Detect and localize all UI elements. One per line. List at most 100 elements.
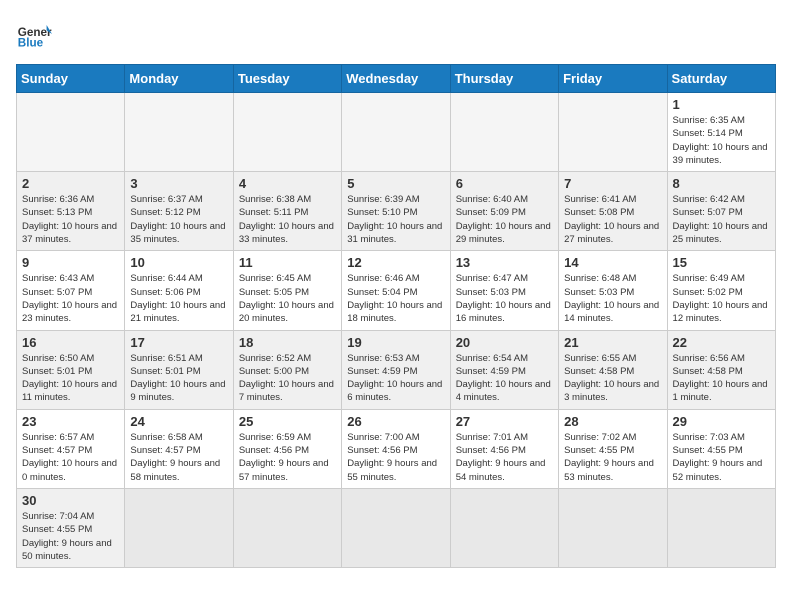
- day-number: 15: [673, 255, 770, 270]
- day-info: Sunrise: 6:46 AM Sunset: 5:04 PM Dayligh…: [347, 272, 444, 325]
- logo: General Blue: [16, 16, 52, 52]
- calendar-row-3: 9Sunrise: 6:43 AM Sunset: 5:07 PM Daylig…: [17, 251, 776, 330]
- day-info: Sunrise: 7:03 AM Sunset: 4:55 PM Dayligh…: [673, 431, 770, 484]
- calendar-cell: [17, 93, 125, 172]
- calendar-cell: 28 Sunrise: 7:02 AM Sunset: 4:55 PM Dayli…: [559, 409, 667, 488]
- calendar-cell: 30Sunrise: 7:04 AM Sunset: 4:55 PM Dayli…: [17, 488, 125, 567]
- calendar-row-5: 23 Sunrise: 6:57 AM Sunset: 4:57 PM Dayli…: [17, 409, 776, 488]
- calendar-cell: 15 Sunrise: 6:49 AM Sunset: 5:02 PM Dayli…: [667, 251, 775, 330]
- weekday-header-sunday: Sunday: [17, 65, 125, 93]
- day-info: Sunrise: 6:44 AM Sunset: 5:06 PM Dayligh…: [130, 272, 227, 325]
- day-info: Sunrise: 6:43 AM Sunset: 5:07 PM Dayligh…: [22, 272, 119, 325]
- day-info: Sunrise: 6:36 AM Sunset: 5:13 PM Dayligh…: [22, 193, 119, 246]
- calendar-table: SundayMondayTuesdayWednesdayThursdayFrid…: [16, 64, 776, 568]
- weekday-header-monday: Monday: [125, 65, 233, 93]
- calendar-cell: 11 Sunrise: 6:45 AM Sunset: 5:05 PM Dayli…: [233, 251, 341, 330]
- day-info: Sunrise: 7:01 AM Sunset: 4:56 PM Dayligh…: [456, 431, 553, 484]
- day-number: 10: [130, 255, 227, 270]
- calendar-cell: 18 Sunrise: 6:52 AM Sunset: 5:00 PM Dayli…: [233, 330, 341, 409]
- day-info: Sunrise: 6:55 AM Sunset: 4:58 PM Dayligh…: [564, 352, 661, 405]
- day-number: 7: [564, 176, 661, 191]
- day-info: Sunrise: 6:54 AM Sunset: 4:59 PM Dayligh…: [456, 352, 553, 405]
- calendar-cell: 13Sunrise: 6:47 AM Sunset: 5:03 PM Dayli…: [450, 251, 558, 330]
- day-number: 27: [456, 414, 553, 429]
- calendar-cell: 23 Sunrise: 6:57 AM Sunset: 4:57 PM Dayli…: [17, 409, 125, 488]
- day-number: 28: [564, 414, 661, 429]
- day-number: 14: [564, 255, 661, 270]
- day-info: Sunrise: 6:40 AM Sunset: 5:09 PM Dayligh…: [456, 193, 553, 246]
- day-number: 22: [673, 335, 770, 350]
- logo-icon: General Blue: [16, 16, 52, 52]
- calendar-cell: [125, 93, 233, 172]
- calendar-cell: 29 Sunrise: 7:03 AM Sunset: 4:55 PM Dayli…: [667, 409, 775, 488]
- weekday-header-row: SundayMondayTuesdayWednesdayThursdayFrid…: [17, 65, 776, 93]
- day-info: Sunrise: 7:02 AM Sunset: 4:55 PM Dayligh…: [564, 431, 661, 484]
- calendar-cell: 25Sunrise: 6:59 AM Sunset: 4:56 PM Dayli…: [233, 409, 341, 488]
- calendar-cell: 5 Sunrise: 6:39 AM Sunset: 5:10 PM Daylig…: [342, 172, 450, 251]
- calendar-cell: 1 Sunrise: 6:35 AM Sunset: 5:14 PM Daylig…: [667, 93, 775, 172]
- calendar-cell: 10 Sunrise: 6:44 AM Sunset: 5:06 PM Dayli…: [125, 251, 233, 330]
- day-number: 2: [22, 176, 119, 191]
- day-number: 13: [456, 255, 553, 270]
- calendar-cell: 19Sunrise: 6:53 AM Sunset: 4:59 PM Dayli…: [342, 330, 450, 409]
- day-number: 29: [673, 414, 770, 429]
- calendar-cell: 14Sunrise: 6:48 AM Sunset: 5:03 PM Dayli…: [559, 251, 667, 330]
- day-number: 23: [22, 414, 119, 429]
- calendar-row-6: 30Sunrise: 7:04 AM Sunset: 4:55 PM Dayli…: [17, 488, 776, 567]
- weekday-header-friday: Friday: [559, 65, 667, 93]
- calendar-cell: 17Sunrise: 6:51 AM Sunset: 5:01 PM Dayli…: [125, 330, 233, 409]
- calendar-cell: [342, 93, 450, 172]
- calendar-cell: 24 Sunrise: 6:58 AM Sunset: 4:57 PM Dayli…: [125, 409, 233, 488]
- weekday-header-wednesday: Wednesday: [342, 65, 450, 93]
- day-number: 24: [130, 414, 227, 429]
- calendar-cell: 12 Sunrise: 6:46 AM Sunset: 5:04 PM Dayli…: [342, 251, 450, 330]
- calendar-cell: 7 Sunrise: 6:41 AM Sunset: 5:08 PM Daylig…: [559, 172, 667, 251]
- calendar-cell: 6Sunrise: 6:40 AM Sunset: 5:09 PM Daylig…: [450, 172, 558, 251]
- calendar-cell: [667, 488, 775, 567]
- calendar-row-2: 2 Sunrise: 6:36 AM Sunset: 5:13 PM Daylig…: [17, 172, 776, 251]
- day-number: 30: [22, 493, 119, 508]
- page-header: General Blue: [16, 16, 776, 52]
- weekday-header-saturday: Saturday: [667, 65, 775, 93]
- calendar-cell: 27 Sunrise: 7:01 AM Sunset: 4:56 PM Dayli…: [450, 409, 558, 488]
- day-number: 5: [347, 176, 444, 191]
- calendar-cell: [233, 93, 341, 172]
- day-number: 12: [347, 255, 444, 270]
- day-number: 8: [673, 176, 770, 191]
- day-number: 1: [673, 97, 770, 112]
- day-number: 4: [239, 176, 336, 191]
- day-info: Sunrise: 6:39 AM Sunset: 5:10 PM Dayligh…: [347, 193, 444, 246]
- day-info: Sunrise: 6:58 AM Sunset: 4:57 PM Dayligh…: [130, 431, 227, 484]
- calendar-cell: [450, 488, 558, 567]
- calendar-cell: [233, 488, 341, 567]
- day-number: 26: [347, 414, 444, 429]
- day-info: Sunrise: 6:35 AM Sunset: 5:14 PM Dayligh…: [673, 114, 770, 167]
- day-info: Sunrise: 6:56 AM Sunset: 4:58 PM Dayligh…: [673, 352, 770, 405]
- day-number: 11: [239, 255, 336, 270]
- day-info: Sunrise: 6:49 AM Sunset: 5:02 PM Dayligh…: [673, 272, 770, 325]
- calendar-cell: 16 Sunrise: 6:50 AM Sunset: 5:01 PM Dayli…: [17, 330, 125, 409]
- calendar-cell: [559, 488, 667, 567]
- day-info: Sunrise: 6:37 AM Sunset: 5:12 PM Dayligh…: [130, 193, 227, 246]
- day-info: Sunrise: 6:52 AM Sunset: 5:00 PM Dayligh…: [239, 352, 336, 405]
- day-number: 17: [130, 335, 227, 350]
- calendar-cell: 3Sunrise: 6:37 AM Sunset: 5:12 PM Daylig…: [125, 172, 233, 251]
- calendar-cell: 26Sunrise: 7:00 AM Sunset: 4:56 PM Dayli…: [342, 409, 450, 488]
- calendar-cell: [342, 488, 450, 567]
- day-info: Sunrise: 6:59 AM Sunset: 4:56 PM Dayligh…: [239, 431, 336, 484]
- weekday-header-tuesday: Tuesday: [233, 65, 341, 93]
- day-info: Sunrise: 6:57 AM Sunset: 4:57 PM Dayligh…: [22, 431, 119, 484]
- day-number: 20: [456, 335, 553, 350]
- day-info: Sunrise: 6:45 AM Sunset: 5:05 PM Dayligh…: [239, 272, 336, 325]
- calendar-cell: 4Sunrise: 6:38 AM Sunset: 5:11 PM Daylig…: [233, 172, 341, 251]
- day-number: 18: [239, 335, 336, 350]
- weekday-header-thursday: Thursday: [450, 65, 558, 93]
- day-info: Sunrise: 6:50 AM Sunset: 5:01 PM Dayligh…: [22, 352, 119, 405]
- calendar-cell: 22 Sunrise: 6:56 AM Sunset: 4:58 PM Dayli…: [667, 330, 775, 409]
- day-number: 16: [22, 335, 119, 350]
- calendar-cell: 2 Sunrise: 6:36 AM Sunset: 5:13 PM Daylig…: [17, 172, 125, 251]
- calendar-cell: 21Sunrise: 6:55 AM Sunset: 4:58 PM Dayli…: [559, 330, 667, 409]
- day-info: Sunrise: 6:41 AM Sunset: 5:08 PM Dayligh…: [564, 193, 661, 246]
- calendar-row-4: 16 Sunrise: 6:50 AM Sunset: 5:01 PM Dayli…: [17, 330, 776, 409]
- day-number: 19: [347, 335, 444, 350]
